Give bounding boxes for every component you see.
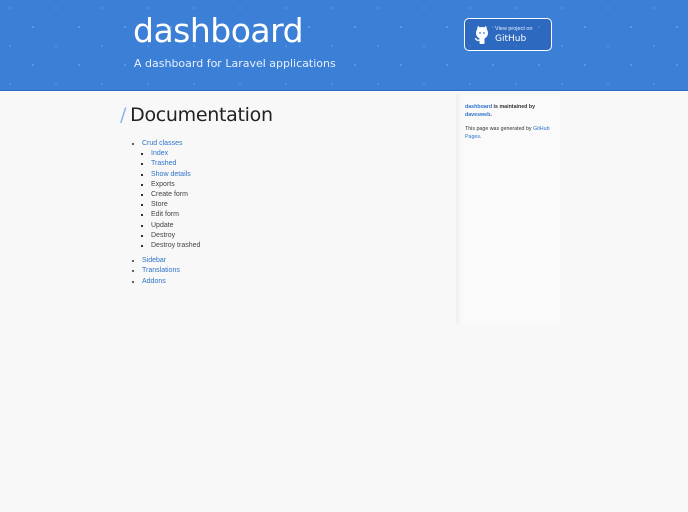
toc-link-sidebar[interactable]: Sidebar bbox=[142, 257, 166, 264]
toc-link-show-details[interactable]: Show details bbox=[151, 171, 191, 178]
sidebar: dashboard is maintained by davesweb. This… bbox=[456, 94, 560, 324]
toc-subitem: Store bbox=[151, 200, 440, 210]
maintainer-period: . bbox=[490, 111, 492, 118]
table-of-contents: Crud classes Index Trashed Show details … bbox=[120, 139, 440, 287]
toc-text-exports: Exports bbox=[151, 180, 175, 188]
project-link[interactable]: dashboard bbox=[465, 104, 492, 110]
toc-subitem: Destroy trashed bbox=[151, 241, 440, 251]
toc-text-update: Update bbox=[151, 221, 174, 229]
toc-subitem: Destroy bbox=[151, 231, 440, 241]
maintainer-note: dashboard is maintained by davesweb. bbox=[465, 104, 560, 119]
toc-subitem: Create form bbox=[151, 190, 440, 200]
toc-subitem: Edit form bbox=[151, 210, 440, 220]
toc-subitem: Trashed bbox=[151, 159, 440, 169]
toc-sublist: Index Trashed Show details Exports Creat… bbox=[142, 149, 440, 256]
github-octocat-icon bbox=[473, 25, 491, 45]
toc-subitem: Index bbox=[151, 149, 440, 159]
heading-slash: / bbox=[120, 104, 127, 126]
toc-link-addons[interactable]: Addons bbox=[142, 278, 166, 285]
maintained-text: is maintained by bbox=[492, 104, 536, 110]
generated-note: This page was generated by GitHub Pages. bbox=[465, 126, 560, 141]
toc-item: Crud classes Index Trashed Show details … bbox=[142, 139, 440, 256]
toc-text-destroy-trashed: Destroy trashed bbox=[151, 242, 201, 250]
site-header: dashboard A dashboard for Laravel applic… bbox=[0, 0, 688, 91]
github-button-small-label: View project on bbox=[495, 26, 533, 32]
site-tagline: A dashboard for Laravel applications bbox=[134, 57, 336, 70]
toc-link-index[interactable]: Index bbox=[151, 150, 168, 157]
generated-text: This page was generated by bbox=[465, 126, 534, 132]
page-heading: / Documentation bbox=[120, 104, 440, 126]
toc-text-edit-form: Edit form bbox=[151, 211, 180, 219]
generated-period: . bbox=[480, 133, 482, 140]
toc-subitem: Show details bbox=[151, 170, 440, 180]
view-on-github-button[interactable]: View project on GitHub bbox=[464, 18, 552, 51]
site-title: dashboard bbox=[133, 11, 304, 50]
toc-item: Addons bbox=[142, 277, 440, 287]
page-heading-text: Documentation bbox=[130, 104, 273, 126]
toc-item: Sidebar bbox=[142, 256, 440, 266]
toc-subitem: Update bbox=[151, 221, 440, 231]
toc-link-crud-classes[interactable]: Crud classes bbox=[142, 140, 182, 147]
toc-link-translations[interactable]: Translations bbox=[142, 267, 180, 274]
toc-item: Translations bbox=[142, 266, 440, 276]
main-content: /Documentation Crud classes Index Trashe… bbox=[120, 104, 440, 287]
toc-text-destroy: Destroy bbox=[151, 231, 176, 239]
toc-text-store: Store bbox=[151, 201, 168, 209]
toc-text-create-form: Create form bbox=[151, 191, 188, 199]
maintainer-link[interactable]: davesweb bbox=[465, 112, 490, 118]
github-button-label: GitHub bbox=[495, 34, 527, 44]
toc-link-trashed[interactable]: Trashed bbox=[151, 160, 176, 167]
toc-subitem: Exports bbox=[151, 180, 440, 190]
